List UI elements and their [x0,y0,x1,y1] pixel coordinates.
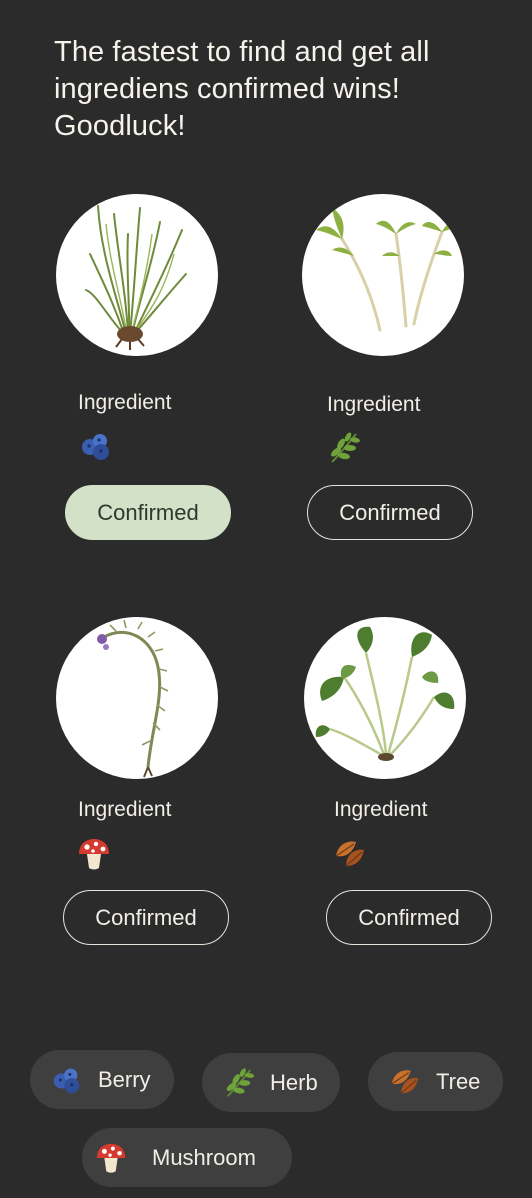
herb-icon [326,430,362,466]
ingredient-photo[interactable] [304,617,466,779]
berry-icon [78,428,114,464]
ingredient-card: Ingredient Confirmed [56,194,256,554]
ingredient-photo[interactable] [56,194,218,356]
confirmed-button[interactable]: Confirmed [326,890,492,945]
legend-chip-label: Berry [98,1066,151,1092]
ingredient-label: Ingredient [78,798,172,821]
legend-chip-mushroom[interactable]: Mushroom [82,1128,292,1187]
confirmed-button[interactable]: Confirmed [65,485,231,540]
legend-chip-berry[interactable]: Berry [30,1050,174,1109]
berry-icon [50,1063,84,1097]
ingredient-label: Ingredient [78,391,172,414]
legend-chip-label: Herb [270,1069,318,1095]
ingredient-card: Ingredient Confirmed [302,194,502,554]
legend-chip-label: Tree [436,1068,481,1094]
confirmed-button[interactable]: Confirmed [307,485,473,540]
confirmed-button[interactable]: Confirmed [63,890,229,945]
ingredient-photo[interactable] [302,194,464,356]
ingredient-label: Ingredient [334,798,428,821]
legend-chip-label: Mushroom [152,1144,256,1170]
legend-chip-tree[interactable]: Tree [368,1052,503,1111]
herb-icon [222,1066,256,1100]
tree-leaf-icon [388,1065,422,1099]
ingredient-card: Ingredient Confirmed [304,617,504,977]
mushroom-icon [76,836,112,872]
legend-chip-herb[interactable]: Herb [202,1053,340,1112]
mushroom-icon [94,1141,128,1175]
page-title: The fastest to find and get all ingredie… [54,36,430,142]
ingredient-card: Ingredient Confirmed [56,617,256,977]
ingredient-photo[interactable] [56,617,218,779]
tree-leaf-icon [332,836,368,872]
ingredient-label: Ingredient [327,393,421,416]
